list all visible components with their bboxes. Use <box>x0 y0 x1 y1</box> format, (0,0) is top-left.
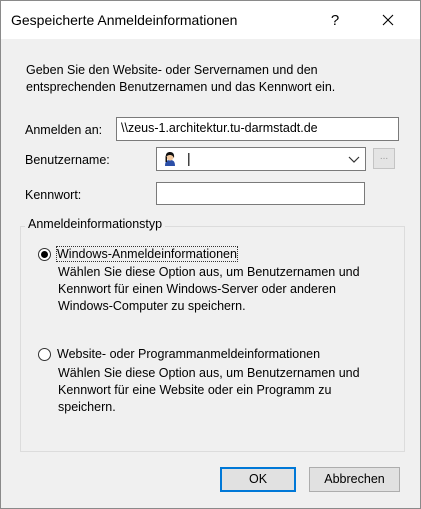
option-website-label[interactable]: Website- oder Programmanmeldeinformation… <box>57 347 320 361</box>
chevron-down-icon[interactable] <box>347 152 361 166</box>
user-avatar-icon <box>162 151 178 167</box>
close-button[interactable] <box>365 1 411 39</box>
username-combobox[interactable]: | <box>156 147 366 171</box>
instructions-text: Geben Sie den Website- oder Servernamen … <box>26 63 336 94</box>
window-title: Gespeicherte Anmeldeinformationen <box>11 12 238 28</box>
option-windows-label[interactable]: Windows-Anmeldeinformationen <box>56 246 238 262</box>
cancel-button[interactable]: Abbrechen <box>309 467 400 492</box>
password-label: Kennwort: <box>25 188 82 202</box>
ok-button[interactable]: OK <box>220 467 296 492</box>
browse-button[interactable]: ... <box>373 148 395 169</box>
close-icon <box>382 14 394 26</box>
login-label: Anmelden an: <box>25 123 103 137</box>
title-bar[interactable]: Gespeicherte Anmeldeinformationen ? <box>1 1 420 39</box>
help-button[interactable]: ? <box>319 1 351 39</box>
option-website-description: Wählen Sie diese Option aus, um Benutzer… <box>58 366 360 414</box>
login-field[interactable]: \\zeus-1.architektur.tu-darmstadt.de <box>116 117 399 141</box>
radio-website-credentials[interactable] <box>38 348 51 361</box>
login-value: \\zeus-1.architektur.tu-darmstadt.de <box>121 121 318 135</box>
username-label: Benutzername: <box>25 153 110 167</box>
group-title: Anmeldeinformationstyp <box>25 217 166 231</box>
credentials-dialog: Gespeicherte Anmeldeinformationen ? Gebe… <box>0 0 421 509</box>
username-value: | <box>187 150 191 166</box>
password-field[interactable] <box>156 182 365 205</box>
radio-windows-credentials[interactable] <box>38 248 51 261</box>
radio-selected-dot <box>41 251 48 258</box>
option-windows-description: Wählen Sie diese Option aus, um Benutzer… <box>58 265 360 313</box>
